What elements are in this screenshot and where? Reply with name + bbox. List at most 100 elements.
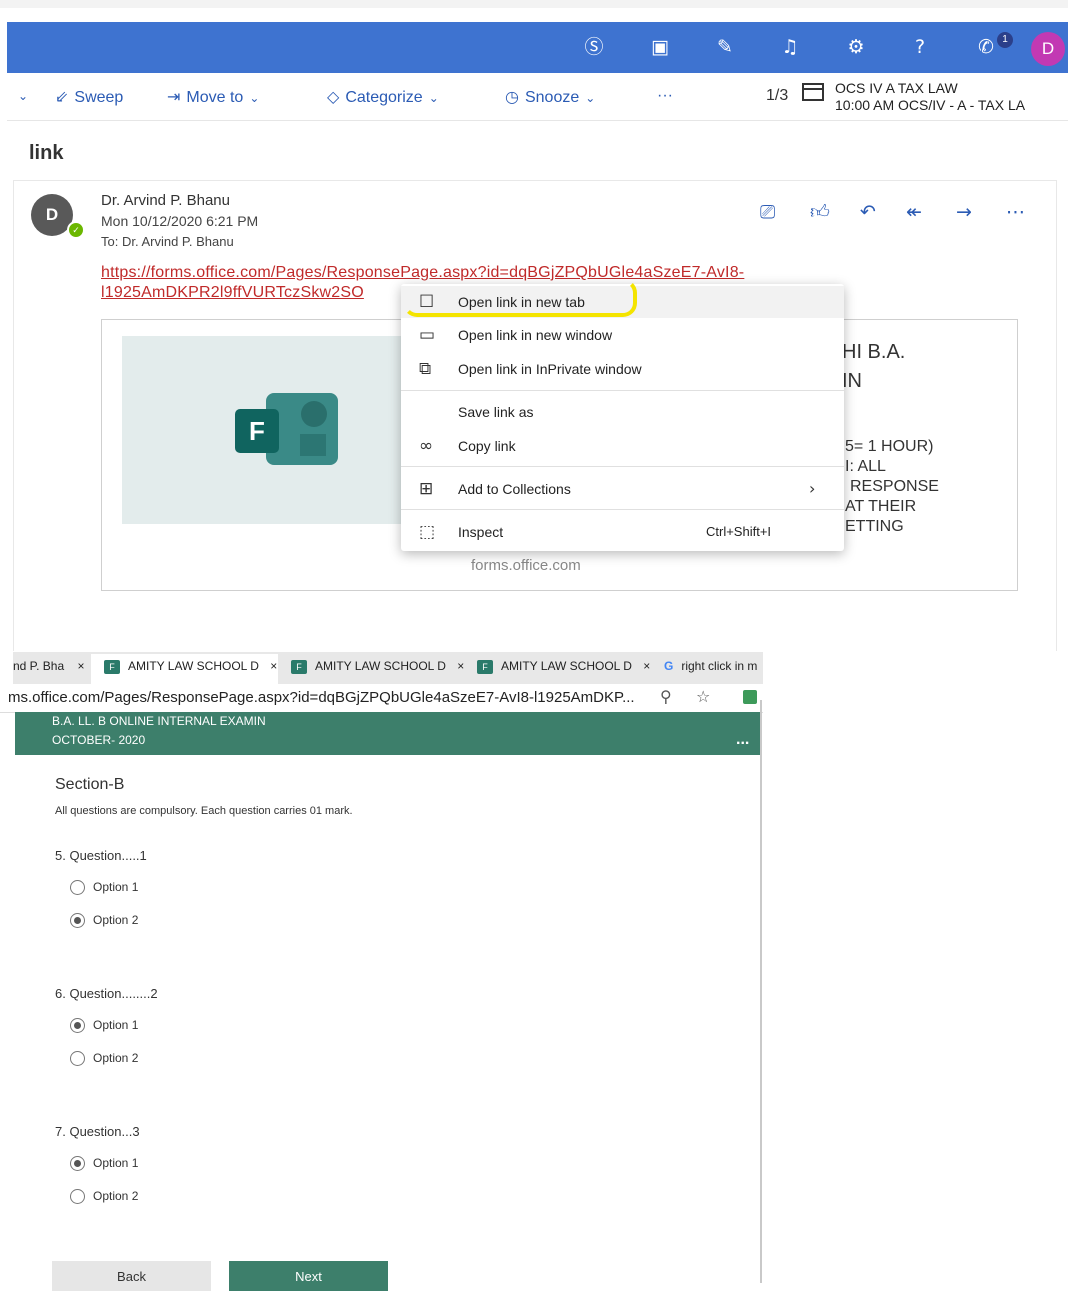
reply-all-icon[interactable]: ↞ (906, 201, 922, 223)
forms-logo-square (300, 434, 326, 456)
forward-icon[interactable]: → (956, 201, 972, 223)
form-title: B.A. LL. B ONLINE INTERNAL EXAMIN (52, 714, 266, 728)
notification-badge: 1 (997, 32, 1013, 48)
chevron-down-icon: ⌄ (428, 91, 439, 105)
radio-button-selected[interactable] (70, 913, 85, 929)
radio-button[interactable] (70, 1189, 85, 1205)
radio-button-selected[interactable] (70, 1156, 85, 1172)
event-title[interactable]: OCS IV A TAX LAW (835, 80, 958, 96)
avatar[interactable]: D (1031, 32, 1065, 66)
menu-item-copy-link[interactable]: ∞ Copy link (401, 430, 844, 462)
highlight-annotation (403, 279, 637, 317)
question-title: 6. Question........2 (55, 986, 158, 1001)
next-button[interactable]: Next (229, 1261, 388, 1291)
menu-item-inspect[interactable]: ⬚ Inspect Ctrl+Shift+I (401, 516, 844, 548)
form-subtitle: OCTOBER- 2020 (52, 733, 146, 747)
collections-icon: ⊞ (419, 479, 434, 499)
menu-item-open-new-window[interactable]: ▭ Open link in new window (401, 319, 844, 351)
calendar-icon (802, 83, 824, 101)
google-icon: G (664, 659, 674, 673)
gear-icon[interactable]: ⚙ (843, 34, 869, 60)
inprivate-icon: ⧉ (419, 359, 432, 379)
question-5-option-2[interactable]: Option 2 (70, 913, 138, 929)
close-icon[interactable]: × (643, 659, 650, 673)
close-icon[interactable]: × (78, 659, 85, 673)
link-icon: ∞ (419, 436, 434, 456)
close-icon[interactable]: × (270, 659, 277, 673)
event-subtitle[interactable]: 10:00 AM OCS/IV - A - TAX LA (835, 97, 1025, 113)
new-window-icon: ▭ (419, 325, 436, 345)
move-to-button[interactable]: ⇥ Move to ⌄ (167, 87, 259, 107)
message-pager: 1/3 (766, 87, 789, 104)
section-title: Section-B (55, 776, 125, 793)
menu-divider (401, 509, 844, 510)
preview-text-line: RESPONSE (850, 478, 939, 495)
tab-mail[interactable]: nd P. Bha × (13, 652, 85, 684)
forms-logo-circle (301, 401, 327, 427)
more-actions-button[interactable]: ··· (657, 87, 673, 105)
zoom-icon[interactable]: ⚲ (660, 687, 672, 706)
address-url[interactable]: ms.office.com/Pages/ResponsePage.aspx?id… (8, 689, 635, 706)
sweep-icon: ⇙ (55, 87, 69, 106)
collapse-chevron-icon[interactable]: ⌄ (12, 87, 28, 105)
preview-text-line: I: ALL (845, 458, 886, 475)
radio-button-selected[interactable] (70, 1018, 85, 1034)
menu-divider (401, 466, 844, 467)
skype-icon[interactable]: Ⓢ (581, 34, 607, 60)
menu-item-add-to-collections[interactable]: ⊞ Add to Collections › (401, 473, 844, 505)
chevron-right-icon: › (809, 479, 816, 498)
radio-button[interactable] (70, 880, 85, 896)
recipient-line: To: Dr. Arvind P. Bhanu (101, 234, 234, 249)
office-icon[interactable]: ▣ (647, 34, 673, 60)
radio-button[interactable] (70, 1051, 85, 1067)
question-title: 7. Question...3 (55, 1124, 140, 1139)
question-5-option-1[interactable]: Option 1 (70, 880, 138, 896)
question-7-option-2[interactable]: Option 2 (70, 1189, 138, 1205)
star-icon[interactable]: ☆ (696, 687, 710, 706)
chevron-down-icon: ⌄ (249, 91, 260, 105)
context-menu: ☐ Open link in new tab ▭ Open link in ne… (401, 284, 844, 551)
mail-subject: link (29, 142, 64, 164)
preview-text-line: AT THEIR (845, 498, 917, 515)
preview-text-line: HI B.A. (842, 341, 906, 363)
preview-text-line: IN (842, 370, 862, 392)
inspect-icon: ⬚ (419, 522, 436, 542)
forms-favicon: F (104, 659, 120, 674)
more-options-icon[interactable]: ⋯ (1006, 201, 1025, 223)
forms-favicon: F (291, 659, 307, 674)
megaphone-icon[interactable]: ✆ (973, 34, 999, 60)
move-icon: ⇥ (167, 87, 181, 106)
help-icon[interactable]: ? (907, 34, 933, 60)
sender-name[interactable]: Dr. Arvind P. Bhanu (101, 192, 230, 209)
menu-item-open-inprivate[interactable]: ⧉ Open link in InPrivate window (401, 353, 844, 385)
tag-icon: ◇ (327, 87, 340, 106)
like-icon[interactable]: 👍︎ (810, 201, 830, 224)
address-strip (0, 0, 1068, 8)
extension-icon[interactable] (743, 690, 757, 704)
clock-icon: ◷ (505, 87, 519, 106)
bell-icon[interactable]: ♫ (777, 34, 803, 60)
outlook-top-bar: Ⓢ ▣ ✎ ♫ ⚙ ? ✆ 1 D (7, 22, 1068, 73)
immersive-reader-icon[interactable]: ⎚ (760, 201, 775, 223)
window-edge (760, 700, 762, 1283)
menu-divider (401, 390, 844, 391)
section-description: All questions are compulsory. Each quest… (55, 805, 353, 817)
sent-date: Mon 10/12/2020 6:21 PM (101, 213, 259, 229)
sweep-button[interactable]: ⇙ Sweep (55, 87, 123, 107)
preview-text-line: 5= 1 HOUR) (845, 438, 934, 455)
snooze-button[interactable]: ◷ Snooze ⌄ (505, 87, 595, 107)
forms-favicon: F (477, 659, 493, 674)
more-options-icon[interactable]: ... (736, 731, 749, 749)
question-6-option-2[interactable]: Option 2 (70, 1051, 138, 1067)
question-6-option-1[interactable]: Option 1 (70, 1018, 138, 1034)
chevron-down-icon: ⌄ (585, 91, 596, 105)
reply-icon[interactable]: ↶ (860, 201, 876, 223)
question-title: 5. Question.....1 (55, 848, 147, 863)
back-button[interactable]: Back (52, 1261, 211, 1291)
close-icon[interactable]: × (457, 659, 464, 673)
menu-item-save-link[interactable]: Save link as (401, 396, 844, 428)
categorize-button[interactable]: ◇ Categorize ⌄ (327, 87, 439, 107)
question-7-option-1[interactable]: Option 1 (70, 1156, 138, 1172)
inspect-shortcut: Ctrl+Shift+I (706, 524, 772, 539)
feedback-icon[interactable]: ✎ (712, 34, 738, 60)
